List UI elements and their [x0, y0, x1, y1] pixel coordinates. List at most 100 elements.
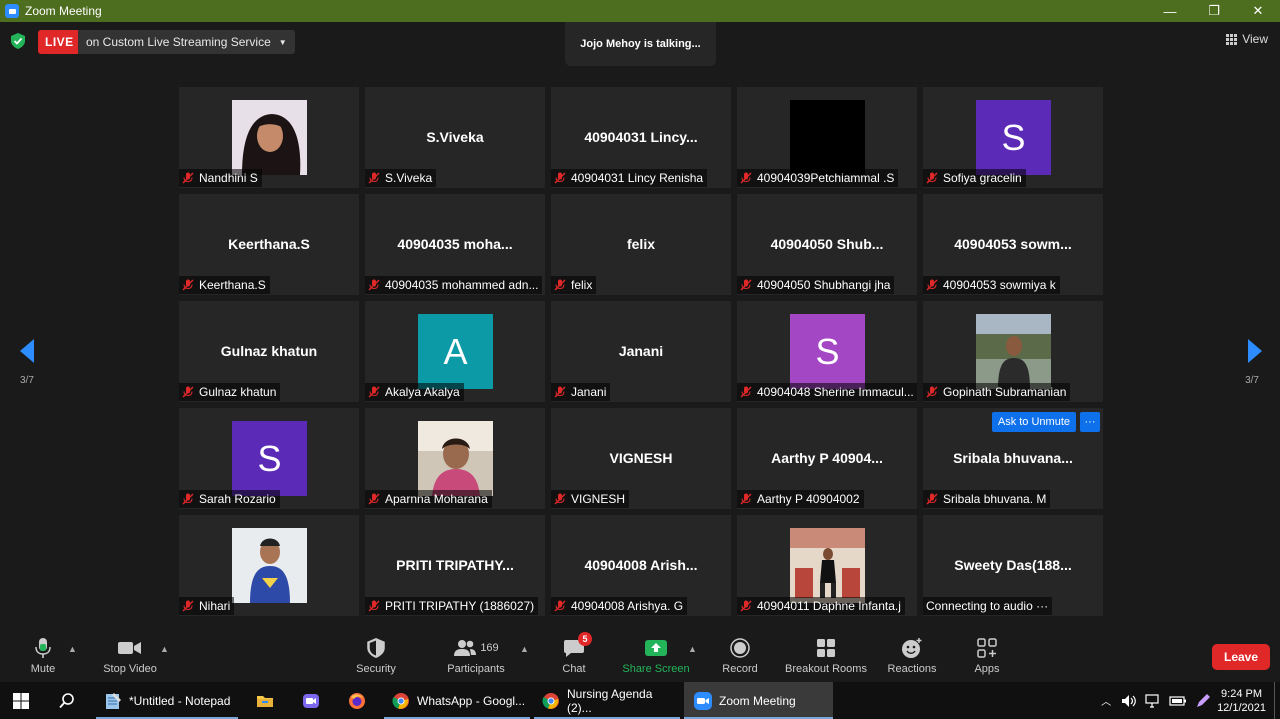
battery-icon[interactable] [1169, 695, 1187, 707]
muted-microphone-icon [368, 172, 380, 184]
participant-name: 40904031 Lincy Renisha [571, 171, 704, 185]
muted-microphone-icon [368, 386, 380, 398]
video-grid: Nandhini S S.Viveka S.Viveka 40904031 Lincy… [179, 87, 1104, 616]
breakout-rooms-button[interactable]: Breakout Rooms [784, 630, 868, 680]
taskbar-notepad[interactable]: *Untitled - Notepad [96, 682, 238, 719]
more-options-button[interactable]: ··· [1080, 412, 1100, 432]
record-button[interactable]: Record [720, 630, 760, 680]
taskbar-zoom-pinned[interactable] [302, 682, 327, 719]
minimize-button[interactable]: — [1148, 0, 1192, 22]
participant-tile[interactable]: Gulnaz khatun Gulnaz khatun [179, 301, 359, 402]
active-speaker-banner: Jojo Mehoy is talking... [565, 22, 716, 66]
muted-microphone-icon [182, 279, 194, 291]
participant-name: Akalya Akalya [385, 385, 460, 399]
participant-tile[interactable]: 40904011 Daphne Infanta.j [737, 515, 917, 616]
grid-view-icon [1226, 33, 1238, 45]
leave-button[interactable]: Leave [1212, 644, 1270, 670]
taskbar-nursing-chrome[interactable]: Nursing Agenda (2)... [534, 682, 680, 719]
participant-tile[interactable]: VIGNESH VIGNESH [551, 408, 731, 509]
participant-name: felix [571, 278, 593, 292]
show-desktop-button[interactable] [1274, 682, 1280, 719]
network-icon[interactable] [1145, 693, 1161, 708]
participant-name: S.Viveka [385, 171, 433, 185]
close-button[interactable]: ✕ [1236, 0, 1280, 22]
chat-unread-badge: 5 [578, 632, 592, 646]
muted-microphone-icon [554, 279, 566, 291]
video-options-chevron-up-icon[interactable]: ▲ [160, 644, 169, 654]
participant-tile[interactable]: 40904008 Arish... 40904008 Arishya. G [551, 515, 731, 616]
taskbar-whatsapp-chrome[interactable]: WhatsApp - Googl... [384, 682, 530, 719]
participant-name: Sofiya gracelin [943, 171, 1022, 185]
previous-page-arrow-icon[interactable] [18, 338, 36, 364]
participant-tile[interactable]: 40904053 sowm... 40904053 sowmiya k [923, 194, 1103, 295]
live-badge[interactable]: LIVE [38, 30, 81, 54]
chevron-up-icon[interactable]: ︿ [1101, 693, 1111, 708]
reactions-button[interactable]: Reactions [886, 630, 938, 680]
participant-name: 40904053 sowmiya k [943, 278, 1056, 292]
participant-name-label: 40904053 sowmiya k [923, 276, 1060, 294]
participant-tile[interactable]: 40904035 moha... 40904035 mohammed adn... [365, 194, 545, 295]
participant-tile[interactable]: Keerthana.S Keerthana.S [179, 194, 359, 295]
participant-tile[interactable]: Janani Janani [551, 301, 731, 402]
stop-video-button[interactable]: Stop Video [100, 630, 160, 680]
participant-name: Gopinath Subramanian [943, 385, 1067, 399]
participant-tile[interactable]: Aparnna Moharana [365, 408, 545, 509]
participant-tile[interactable]: S 40904048 Sherine Immacul... [737, 301, 917, 402]
folder-icon [257, 695, 273, 707]
participant-tile[interactable]: Nihari [179, 515, 359, 616]
zoom-app-icon [5, 4, 19, 18]
participant-tile[interactable]: Gopinath Subramanian [923, 301, 1103, 402]
security-button[interactable]: Security [353, 630, 399, 680]
volume-icon[interactable] [1121, 694, 1137, 708]
participant-tile[interactable]: 40904031 Lincy... 40904031 Lincy Renisha [551, 87, 731, 188]
maximize-button[interactable]: ❐ [1192, 0, 1236, 22]
ask-to-unmute-button[interactable]: Ask to Unmute [991, 412, 1076, 432]
participant-tile[interactable]: felix felix [551, 194, 731, 295]
participant-tile[interactable]: Sribala bhuvana... Sribala bhuvana. M Ask … [923, 408, 1103, 509]
chat-bubble-icon: 5 [560, 632, 592, 659]
participant-name: Sribala bhuvana. M [943, 492, 1047, 506]
taskbar-search-button[interactable] [58, 682, 83, 719]
next-page-arrow-icon[interactable] [1246, 338, 1264, 364]
participants-count: 169 [480, 642, 499, 654]
share-options-chevron-up-icon[interactable]: ▲ [688, 644, 697, 654]
taskbar-firefox[interactable] [348, 682, 373, 719]
participant-name: Gulnaz khatun [199, 385, 277, 399]
participant-tile[interactable]: S.Viveka S.Viveka [365, 87, 545, 188]
participant-name: 40904011 Daphne Infanta.j [757, 599, 901, 613]
apps-button[interactable]: Apps [970, 630, 1004, 680]
participant-tile[interactable]: A Akalya Akalya [365, 301, 545, 402]
participants-button[interactable]: 169 Participants [444, 630, 508, 680]
start-button[interactable] [12, 682, 37, 719]
participant-tile[interactable]: PRITI TRIPATHY... PRITI TRIPATHY (1886027… [365, 515, 545, 616]
participant-name: 40904039Petchiammal .S [757, 171, 895, 185]
participant-avatar: A [418, 314, 493, 389]
participant-tile[interactable]: S Sarah Rozario [179, 408, 359, 509]
participant-tile[interactable]: Aarthy P 40904... Aarthy P 40904002 [737, 408, 917, 509]
mute-options-chevron-up-icon[interactable]: ▲ [68, 644, 77, 654]
shield-icon[interactable] [11, 33, 25, 49]
participant-tile[interactable]: Sweety Das(188... Connecting to audio ··· [923, 515, 1103, 616]
stop-video-label: Stop Video [103, 663, 157, 675]
participant-name-label: 40904031 Lincy Renisha [551, 169, 708, 187]
pen-icon[interactable] [1195, 693, 1211, 709]
taskbar-zoom-meeting[interactable]: Zoom Meeting [684, 682, 833, 719]
participant-tile[interactable]: S Sofiya gracelin [923, 87, 1103, 188]
muted-microphone-icon [554, 600, 566, 612]
system-clock[interactable]: 9:24 PM 12/1/2021 [1217, 687, 1266, 715]
participant-tile[interactable]: 40904039Petchiammal .S [737, 87, 917, 188]
participants-options-chevron-up-icon[interactable]: ▲ [520, 644, 529, 654]
live-service-dropdown[interactable]: on Custom Live Streaming Service ▼ [78, 30, 295, 54]
participant-tile[interactable]: 40904050 Shub... 40904050 Shubhangi jha [737, 194, 917, 295]
taskbar-file-explorer[interactable] [256, 682, 281, 719]
chat-button[interactable]: 5 Chat [559, 630, 592, 680]
view-button[interactable]: View [1226, 32, 1268, 46]
share-screen-button[interactable]: Share Screen [622, 630, 690, 680]
reactions-label: Reactions [887, 663, 937, 675]
muted-microphone-icon [740, 279, 752, 291]
mute-button[interactable]: Mute [26, 630, 60, 680]
participant-tile[interactable]: Nandhini S [179, 87, 359, 188]
participant-name: Aparnna Moharana [385, 492, 488, 506]
participant-name-label: 40904039Petchiammal .S [737, 169, 899, 187]
participant-name-label: Keerthana.S [179, 276, 270, 294]
